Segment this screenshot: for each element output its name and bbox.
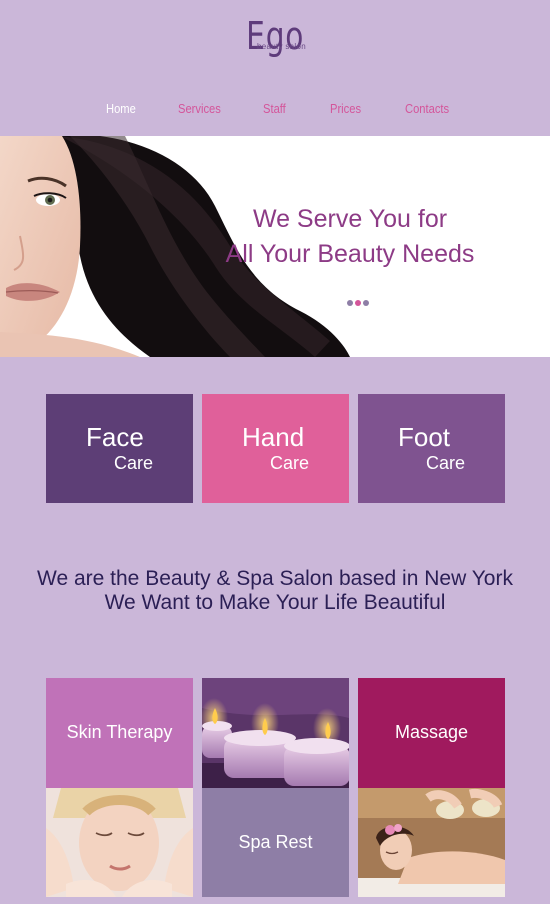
back-massage-illustration — [358, 788, 505, 897]
spa-rest-tile[interactable]: Spa Rest — [202, 788, 349, 897]
tagline-line2: We Want to Make Your Life Beautiful — [104, 591, 446, 614]
tagline: We are the Beauty & Spa Salon based in N… — [0, 567, 550, 615]
spa-rest-label: Spa Rest — [238, 832, 313, 852]
slider-dots — [347, 293, 371, 311]
logo[interactable]: Ego — [0, 14, 550, 58]
tagline-line1: We are the Beauty & Spa Salon based in N… — [37, 567, 513, 590]
candles-illustration — [202, 678, 349, 788]
hero-title: We Serve You for All Your Beauty Needs — [200, 202, 500, 272]
slider-dot-2[interactable] — [355, 300, 361, 306]
facial-treatment-image — [46, 788, 193, 897]
logo-subtitle: beauty salon — [257, 42, 306, 51]
hand-care-subtitle: Care — [270, 453, 310, 473]
foot-care-subtitle: Care — [426, 453, 466, 473]
massage-tile[interactable]: Massage — [358, 678, 505, 788]
skin-therapy-label: Skin Therapy — [66, 722, 173, 742]
nav-services[interactable]: Services — [178, 101, 221, 116]
face-care-tile[interactable]: Face Care — [46, 394, 193, 503]
candles-image — [202, 678, 349, 788]
nav-contacts[interactable]: Contacts — [405, 101, 449, 116]
main-nav: Home Services Staff Prices Contacts — [0, 100, 550, 120]
back-massage-image — [358, 788, 505, 897]
face-care-title: Face — [86, 422, 144, 452]
slider-dot-3[interactable] — [363, 300, 369, 306]
hand-care-title: Hand — [242, 422, 305, 452]
hero-title-line1: We Serve You for — [252, 205, 448, 233]
hero-slider: We Serve You for All Your Beauty Needs — [0, 136, 550, 357]
face-care-subtitle: Care — [114, 453, 154, 473]
logo-word: Ego — [245, 14, 305, 58]
facial-treatment-illustration — [46, 788, 193, 897]
nav-home[interactable]: Home — [106, 101, 136, 116]
foot-care-title: Foot — [398, 422, 451, 452]
massage-label: Massage — [394, 722, 469, 742]
hero-title-line2: All Your Beauty Needs — [225, 240, 475, 268]
skin-therapy-tile[interactable]: Skin Therapy — [46, 678, 193, 788]
hand-care-tile[interactable]: Hand Care — [202, 394, 349, 503]
foot-care-tile[interactable]: Foot Care — [358, 394, 505, 503]
nav-staff[interactable]: Staff — [263, 101, 286, 116]
slider-dot-1[interactable] — [347, 300, 353, 306]
nav-prices[interactable]: Prices — [330, 101, 361, 116]
